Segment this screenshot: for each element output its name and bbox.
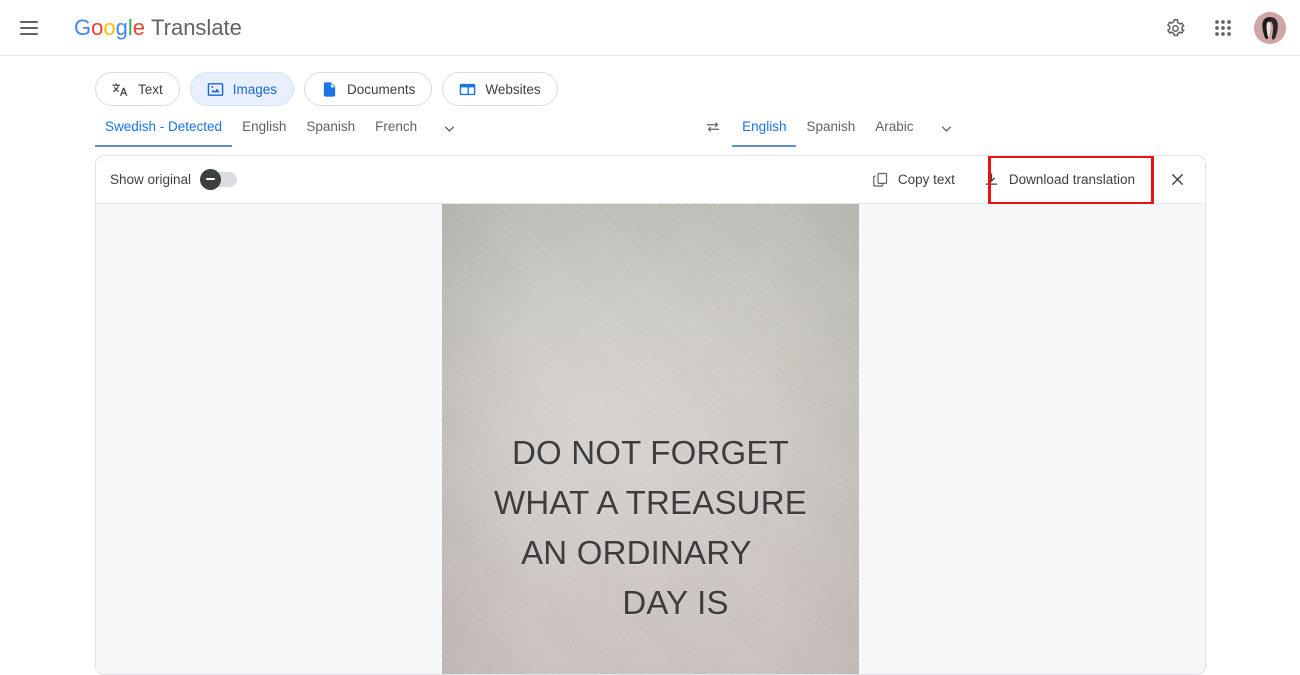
target-language-more-button[interactable] <box>924 120 969 145</box>
source-lang-french[interactable]: French <box>365 118 427 147</box>
source-language-more-button[interactable] <box>427 120 472 145</box>
app-bar-actions <box>1158 0 1286 56</box>
show-original-toggle[interactable] <box>200 168 238 190</box>
download-icon <box>985 173 998 185</box>
target-lang-label: English <box>742 119 787 134</box>
user-avatar[interactable] <box>1254 12 1286 44</box>
tab-documents-label: Documents <box>347 81 416 97</box>
source-language-group: Swedish - Detected English Spanish Frenc… <box>95 118 472 147</box>
app-bar: Google Translate <box>0 0 1300 56</box>
tab-websites-label: Websites <box>485 81 541 97</box>
chevron-down-icon <box>444 126 455 132</box>
translated-image-viewer: DO NOT FORGET WHAT A TREASURE AN ORDINAR… <box>96 204 1205 674</box>
card-toolbar-actions: Copy text Download translation <box>858 156 1205 203</box>
translated-image[interactable]: DO NOT FORGET WHAT A TREASURE AN ORDINAR… <box>442 204 859 674</box>
translated-text-line: WHAT A TREASURE <box>494 484 807 521</box>
brand-product-name: Translate <box>151 14 242 40</box>
hamburger-menu-icon[interactable] <box>20 16 44 40</box>
swap-languages-icon <box>707 122 720 132</box>
brand-letter: o <box>103 14 116 40</box>
target-lang-spanish[interactable]: Spanish <box>796 118 865 147</box>
brand-letter: o <box>91 14 104 40</box>
document-icon <box>323 81 336 97</box>
download-translation-label: Download translation <box>1008 172 1135 187</box>
mode-tab-bar: Text Images Documents Websites <box>0 56 1300 106</box>
tab-images[interactable]: Images <box>189 72 295 106</box>
website-icon <box>460 83 476 95</box>
toggle-knob <box>200 168 222 190</box>
hamburger-line <box>20 32 38 35</box>
hamburger-line <box>20 26 38 29</box>
card-toolbar: Show original Copy text Download transla… <box>96 156 1205 205</box>
gear-icon[interactable] <box>1158 11 1192 45</box>
source-lang-spanish[interactable]: Spanish <box>296 118 365 147</box>
close-button[interactable] <box>1149 156 1205 203</box>
translated-text-line: AN ORDINARY <box>521 534 752 571</box>
translated-text-line: DO NOT FORGET <box>512 434 789 471</box>
source-lang-label: Swedish - Detected <box>105 119 223 134</box>
copy-text-label: Copy text <box>897 172 955 187</box>
target-lang-arabic[interactable]: Arabic <box>865 118 923 147</box>
tab-text[interactable]: Text <box>95 72 180 106</box>
brand-letter: g <box>115 14 128 40</box>
language-selector-row: Swedish - Detected English Spanish Frenc… <box>0 106 1300 147</box>
show-original-label: Show original <box>110 172 192 187</box>
target-lang-label: Spanish <box>806 119 856 134</box>
chevron-down-icon <box>941 126 951 132</box>
tab-text-label: Text <box>138 81 163 97</box>
image-icon <box>207 82 224 96</box>
apps-grid-icon[interactable] <box>1206 11 1240 45</box>
translation-result-card: Show original Copy text Download transla… <box>95 155 1206 675</box>
translated-text-line: DAY IS <box>622 584 729 621</box>
download-translation-button[interactable]: Download translation <box>969 156 1149 203</box>
source-lang-swedish-detected[interactable]: Swedish - Detected <box>95 118 233 147</box>
target-lang-label: Arabic <box>875 119 914 134</box>
tab-websites[interactable]: Websites <box>442 72 558 106</box>
hamburger-line <box>20 20 38 23</box>
source-lang-label: Spanish <box>306 119 356 134</box>
copy-icon <box>873 172 888 187</box>
source-lang-label: English <box>242 119 287 134</box>
target-language-group: English Spanish Arabic <box>732 118 968 147</box>
copy-text-button[interactable]: Copy text <box>858 156 969 203</box>
translated-text-overlay: DO NOT FORGET WHAT A TREASURE AN ORDINAR… <box>442 428 859 628</box>
source-lang-english[interactable]: English <box>232 118 296 147</box>
tab-images-label: Images <box>232 81 278 97</box>
brand-letter: G <box>74 14 92 40</box>
brand-logo[interactable]: Google Translate <box>74 15 242 41</box>
target-lang-english[interactable]: English <box>732 118 797 147</box>
swap-languages-button[interactable] <box>704 118 722 144</box>
source-lang-label: French <box>375 119 418 134</box>
tab-documents[interactable]: Documents <box>304 72 433 106</box>
show-original-control[interactable]: Show original <box>110 168 238 190</box>
brand-letter: e <box>132 14 146 40</box>
translate-icon <box>112 82 128 96</box>
close-icon <box>1171 173 1183 186</box>
